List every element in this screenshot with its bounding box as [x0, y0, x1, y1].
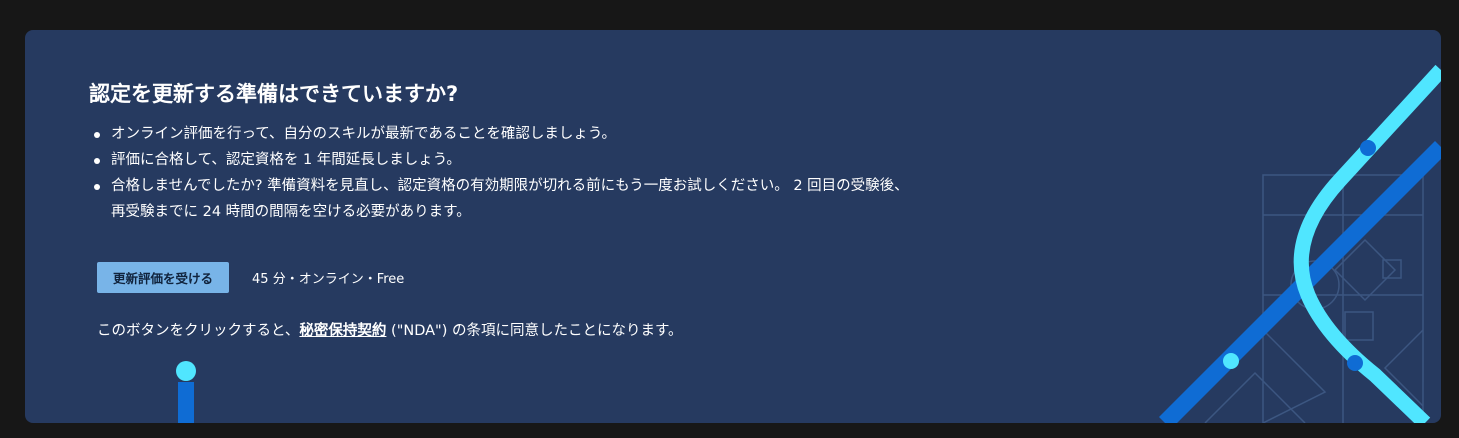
assessment-meta: 45 分・オンライン・Free — [252, 272, 405, 287]
nda-prefix: このボタンをクリックすると、 — [97, 323, 300, 339]
cta-row: 更新評価を受ける 45 分・オンライン・Free — [97, 262, 404, 293]
bullet-item: 合格しませんでしたか? 準備資料を見直し、認定資格の有効期限が切れる前にもう一度… — [94, 173, 911, 225]
track-dot — [1360, 140, 1376, 156]
cyan-track-line — [1293, 64, 1441, 423]
renewal-card: 認定を更新する準備はできていますか? オンライン評価を行って、自分のスキルが最新… — [25, 30, 1441, 423]
bullet-item: オンライン評価を行って、自分のスキルが最新であることを確認しましょう。 — [94, 121, 911, 147]
take-renewal-assessment-button[interactable]: 更新評価を受ける — [97, 262, 230, 293]
track-dot — [1223, 353, 1239, 369]
nda-suffix: ("NDA") の条項に同意したことになります。 — [386, 323, 683, 339]
blue-diagonal-line — [1158, 140, 1441, 423]
renewal-bullet-list: オンライン評価を行って、自分のスキルが最新であることを確認しましょう。 評価に合… — [89, 121, 911, 225]
bullet-item: 評価に合格して、認定資格を 1 年間延長しましょう。 — [94, 147, 911, 173]
track-dot — [1347, 355, 1363, 371]
pin-decoration — [176, 361, 196, 423]
nda-notice: このボタンをクリックすると、秘密保持契約 ("NDA") の条項に同意したことに… — [97, 319, 683, 340]
renewal-title: 認定を更新する準備はできていますか? — [89, 82, 459, 106]
nda-link[interactable]: 秘密保持契約 — [299, 323, 386, 339]
